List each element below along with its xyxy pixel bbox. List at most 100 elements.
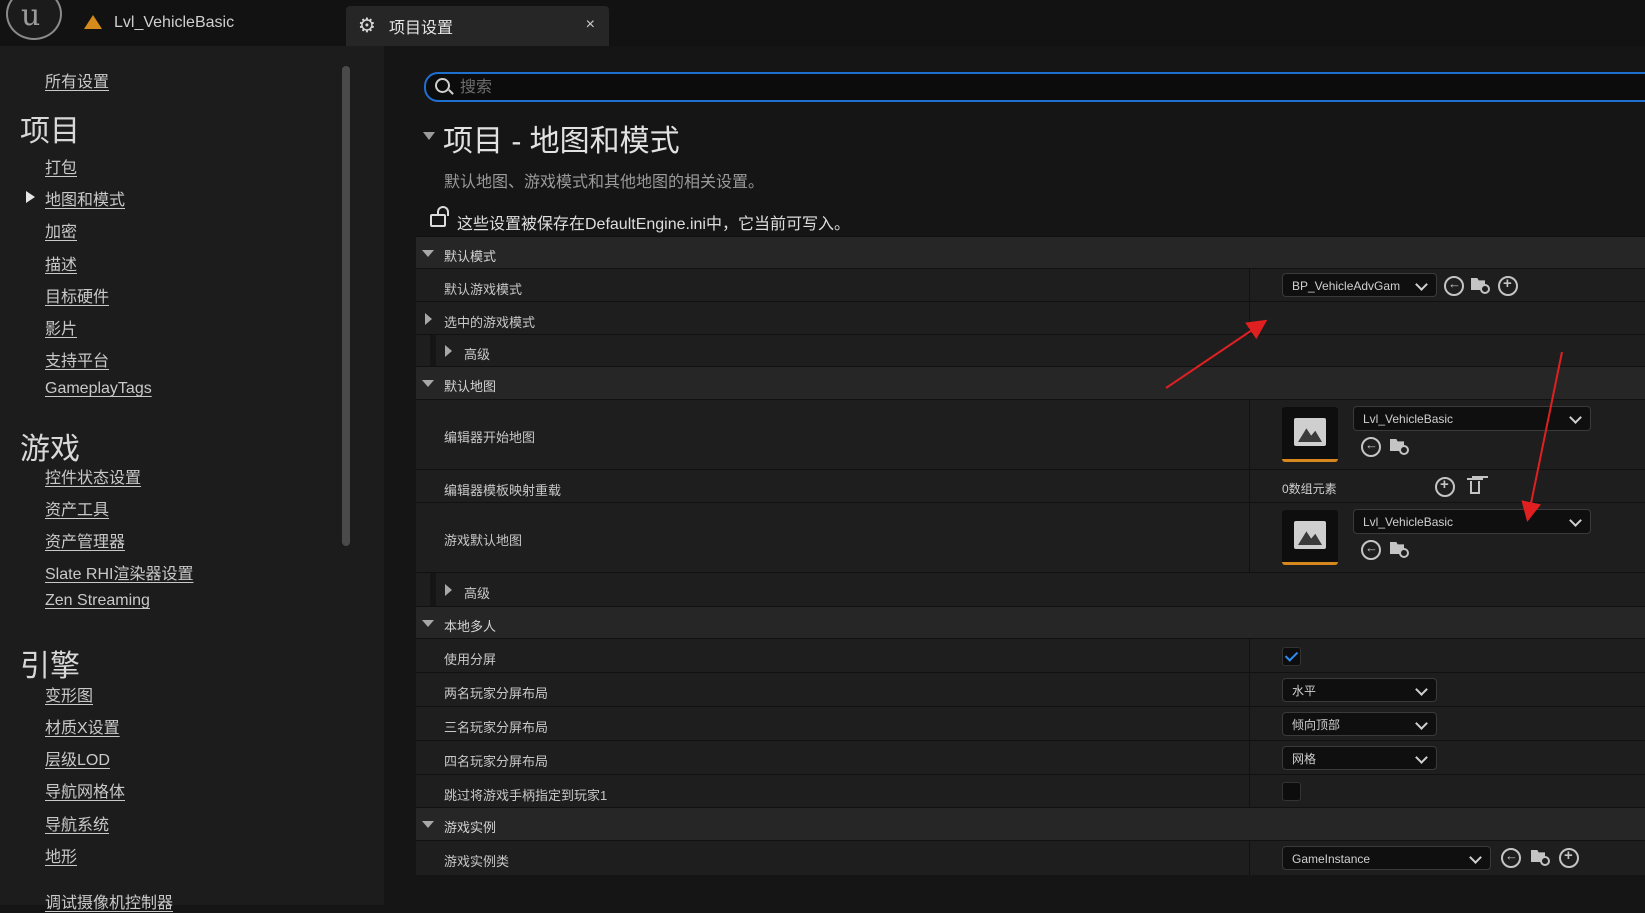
sidebar-item-hlod[interactable]: 层级LOD bbox=[45, 746, 110, 770]
settings-sidebar: 所有设置 项目 打包 地图和模式 加密 描述 目标硬件 影片 支持平台 Game… bbox=[0, 46, 384, 912]
property-label: 高级 bbox=[464, 586, 491, 601]
search-box[interactable] bbox=[424, 72, 1645, 102]
dropdown-value: Lvl_VehicleBasic bbox=[1363, 412, 1454, 426]
level-icon bbox=[84, 15, 102, 29]
chevron-down-icon bbox=[1415, 683, 1428, 696]
add-element-icon[interactable] bbox=[1435, 476, 1455, 497]
map-thumbnail[interactable] bbox=[1282, 407, 1338, 462]
sidebar-item-gameplay-tags[interactable]: GameplayTags bbox=[45, 380, 152, 398]
skip-gamepad-checkbox[interactable] bbox=[1282, 782, 1301, 801]
selected-arrow-icon bbox=[26, 191, 35, 203]
close-tab-icon[interactable]: × bbox=[586, 16, 595, 34]
dropdown-value: GameInstance bbox=[1292, 852, 1371, 866]
tab-project-settings-label: 项目设置 bbox=[389, 20, 454, 37]
map-image-icon bbox=[1294, 521, 1326, 549]
property-label: 编辑器模板映射重载 bbox=[444, 483, 562, 498]
property-row-editor-startup-map: 编辑器开始地图 Lvl_VehicleBasic bbox=[416, 399, 1645, 470]
map-thumbnail[interactable] bbox=[1282, 510, 1338, 565]
editor-startup-map-dropdown[interactable]: Lvl_VehicleBasic bbox=[1353, 406, 1591, 431]
section-title: 项目 - 地图和模式 bbox=[443, 125, 680, 158]
expand-arrow-icon[interactable] bbox=[422, 821, 434, 828]
category-local-multiplayer[interactable]: 本地多人 bbox=[416, 606, 1645, 639]
array-element-count: 0数组元素 bbox=[1282, 482, 1337, 496]
game-instance-class-dropdown[interactable]: GameInstance bbox=[1282, 846, 1491, 870]
browse-asset-icon[interactable] bbox=[1470, 275, 1490, 295]
sidebar-all-settings[interactable]: 所有设置 bbox=[45, 68, 109, 92]
property-row-default-game-mode: 默认游戏模式 BP_VehicleAdvGam bbox=[416, 268, 1645, 302]
expand-arrow-icon[interactable] bbox=[425, 313, 432, 325]
property-row-game-instance-class: 游戏实例类 GameInstance bbox=[416, 840, 1645, 875]
property-row-advanced-maps[interactable]: 高级 bbox=[416, 572, 1645, 607]
sidebar-item-description[interactable]: 描述 bbox=[45, 251, 77, 275]
sidebar-item-maps-modes[interactable]: 地图和模式 bbox=[45, 186, 125, 210]
property-label: 三名玩家分屏布局 bbox=[444, 720, 549, 735]
section-collapse-icon[interactable] bbox=[423, 132, 435, 140]
use-splitscreen-checkbox[interactable] bbox=[1282, 647, 1301, 666]
four-player-layout-dropdown[interactable]: 网格 bbox=[1282, 746, 1437, 770]
sidebar-item-packaging[interactable]: 打包 bbox=[45, 154, 77, 178]
sidebar-item-materialx[interactable]: 材质X设置 bbox=[45, 714, 120, 738]
add-plus-icon[interactable] bbox=[1559, 847, 1579, 868]
sidebar-item-nav-system[interactable]: 导航系统 bbox=[45, 811, 109, 835]
property-label: 默认游戏模式 bbox=[444, 282, 523, 297]
sidebar-item-supported-platforms[interactable]: 支持平台 bbox=[45, 347, 109, 371]
sidebar-item-target-hardware[interactable]: 目标硬件 bbox=[45, 283, 109, 307]
sidebar-item-debug-camera[interactable]: 调试摄像机控制器 bbox=[45, 889, 173, 913]
search-input[interactable] bbox=[458, 76, 1612, 100]
three-player-layout-dropdown[interactable]: 倾向顶部 bbox=[1282, 712, 1437, 736]
property-row-editor-template-override: 编辑器模板映射重载 0数组元素 bbox=[416, 469, 1645, 503]
property-label: 跳过将游戏手柄指定到玩家1 bbox=[444, 788, 608, 803]
chevron-down-icon bbox=[1469, 851, 1482, 864]
property-label: 游戏默认地图 bbox=[444, 533, 523, 548]
sidebar-item-slate-rhi[interactable]: Slate RHI渲染器设置 bbox=[45, 560, 193, 584]
sidebar-item-zen-streaming[interactable]: Zen Streaming bbox=[45, 592, 150, 610]
expand-arrow-icon[interactable] bbox=[422, 250, 434, 257]
property-row-selected-game-mode[interactable]: 选中的游戏模式 bbox=[416, 301, 1645, 335]
category-label: 游戏实例 bbox=[444, 820, 497, 835]
property-row-four-player-layout: 四名玩家分屏布局 网格 bbox=[416, 740, 1645, 775]
browse-asset-icon[interactable] bbox=[1389, 539, 1409, 559]
sidebar-category-engine: 引擎 bbox=[20, 650, 80, 683]
use-selected-back-icon[interactable] bbox=[1361, 437, 1381, 457]
two-player-layout-dropdown[interactable]: 水平 bbox=[1282, 678, 1437, 702]
unreal-logo-icon[interactable]: u bbox=[6, 0, 62, 40]
game-default-map-dropdown[interactable]: Lvl_VehicleBasic bbox=[1353, 509, 1591, 534]
expand-arrow-icon[interactable] bbox=[445, 345, 452, 357]
sidebar-item-movies[interactable]: 影片 bbox=[45, 315, 77, 339]
property-label: 使用分屏 bbox=[444, 652, 497, 667]
property-label: 两名玩家分屏布局 bbox=[444, 686, 549, 701]
sidebar-item-asset-tools[interactable]: 资产工具 bbox=[45, 496, 109, 520]
use-selected-back-icon[interactable] bbox=[1361, 540, 1381, 560]
expand-arrow-icon[interactable] bbox=[445, 584, 452, 596]
tab-level[interactable]: Lvl_VehicleBasic bbox=[84, 0, 234, 46]
category-default-maps[interactable]: 默认地图 bbox=[416, 366, 1645, 400]
browse-asset-icon[interactable] bbox=[1530, 847, 1550, 867]
add-plus-icon[interactable] bbox=[1498, 275, 1518, 296]
sidebar-item-encryption[interactable]: 加密 bbox=[45, 218, 77, 242]
chevron-down-icon bbox=[1569, 514, 1582, 527]
sidebar-scrollbar[interactable] bbox=[342, 66, 350, 546]
property-row-skip-gamepad: 跳过将游戏手柄指定到玩家1 bbox=[416, 774, 1645, 808]
section-description: 默认地图、游戏模式和其他地图的相关设置。 bbox=[444, 174, 765, 191]
title-bar: u Lvl_VehicleBasic ⚙ 项目设置 × bbox=[0, 0, 1645, 46]
sidebar-item-widget-state[interactable]: 控件状态设置 bbox=[45, 464, 141, 488]
browse-asset-icon[interactable] bbox=[1389, 436, 1409, 456]
use-selected-back-icon[interactable] bbox=[1444, 276, 1464, 296]
use-selected-back-icon[interactable] bbox=[1501, 848, 1521, 868]
property-row-advanced-modes[interactable]: 高级 bbox=[416, 334, 1645, 367]
sidebar-item-asset-manager[interactable]: 资产管理器 bbox=[45, 528, 125, 552]
config-file-note: 这些设置被保存在DefaultEngine.ini中，它当前可写入。 bbox=[457, 216, 850, 233]
game-mode-dropdown[interactable]: BP_VehicleAdvGam bbox=[1282, 273, 1437, 297]
category-label: 本地多人 bbox=[444, 619, 497, 634]
sidebar-item-landscape[interactable]: 地形 bbox=[45, 843, 77, 867]
tab-project-settings[interactable]: ⚙ 项目设置 × bbox=[346, 6, 609, 46]
sidebar-item-morph-graph[interactable]: 变形图 bbox=[45, 682, 93, 706]
category-label: 默认模式 bbox=[444, 249, 497, 264]
clear-trash-icon[interactable] bbox=[1466, 476, 1486, 496]
expand-arrow-icon[interactable] bbox=[422, 380, 434, 387]
category-label: 默认地图 bbox=[444, 379, 497, 394]
expand-arrow-icon[interactable] bbox=[422, 620, 434, 627]
category-default-modes[interactable]: 默认模式 bbox=[416, 236, 1645, 269]
sidebar-item-navmesh[interactable]: 导航网格体 bbox=[45, 778, 125, 802]
category-game-instance[interactable]: 游戏实例 bbox=[416, 807, 1645, 841]
